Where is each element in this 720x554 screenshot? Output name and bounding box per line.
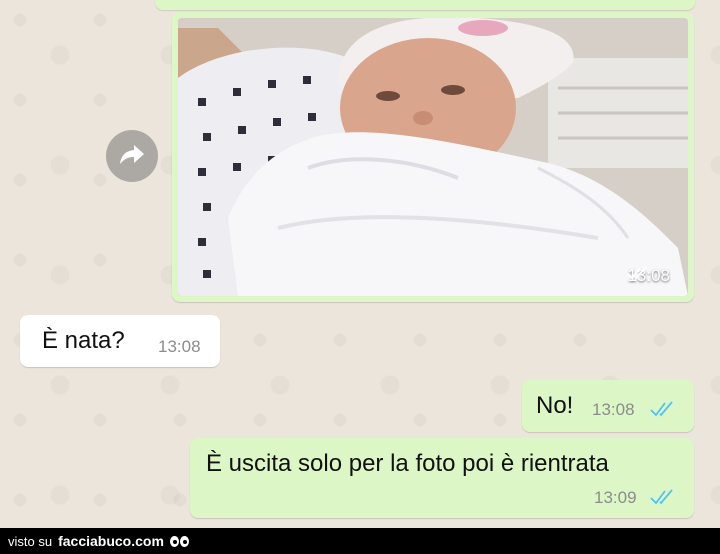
photo-message-meta: 13:08	[627, 266, 676, 286]
photo-message-bubble[interactable]: 13:08	[172, 12, 694, 302]
chat-area[interactable]: 13:08 È nata? 13:08 No! 13:08 È uscita s…	[0, 0, 720, 528]
newborn-photo[interactable]: 13:08	[178, 18, 688, 296]
read-ticks-icon	[650, 401, 676, 422]
previous-message-edge	[155, 0, 695, 10]
eyes-logo-icon	[169, 535, 189, 547]
message-text: È nata?	[42, 327, 125, 354]
message-text: È uscita solo per la foto poi è rientrat…	[206, 450, 609, 477]
outgoing-message-bubble[interactable]: No! 13:08	[522, 380, 694, 432]
outgoing-message-bubble[interactable]: È uscita solo per la foto poi è rientrat…	[190, 438, 694, 518]
message-text: No!	[536, 392, 574, 419]
forward-button[interactable]	[106, 130, 158, 182]
message-time: 13:09	[594, 488, 637, 507]
message-time: 13:08	[592, 400, 635, 419]
footer-brand-link[interactable]: facciabuco.com	[58, 533, 164, 549]
forward-arrow-icon	[119, 143, 145, 170]
footer-prefix: visto su	[8, 533, 53, 549]
message-time: 13:08	[158, 337, 201, 356]
read-ticks-icon	[650, 489, 676, 510]
incoming-message-bubble[interactable]: È nata? 13:08	[20, 315, 220, 367]
watermark-footer: visto su facciabuco.com	[0, 528, 720, 554]
